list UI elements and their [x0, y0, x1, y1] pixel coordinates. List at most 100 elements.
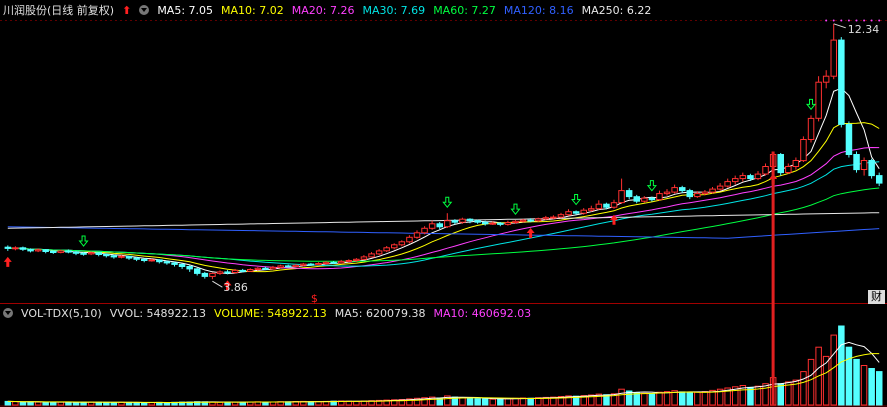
- volume-bar: [4, 400, 12, 406]
- candle-up: [550, 216, 557, 219]
- candle-up: [800, 139, 807, 162]
- volume-bar: [34, 401, 42, 406]
- candle-up: [663, 191, 671, 195]
- price-indicator-3: MA30: 7.69: [362, 4, 426, 17]
- candle-up: [762, 166, 769, 175]
- volume-bar: [466, 397, 474, 406]
- candle-up: [671, 187, 678, 193]
- volume-bar: [633, 392, 640, 406]
- candle-down: [239, 269, 246, 272]
- volume-bar: [19, 401, 27, 406]
- volume-bar: [133, 402, 140, 406]
- signal-dot: [863, 19, 866, 22]
- candle-up: [754, 173, 762, 180]
- candle-up: [322, 261, 330, 264]
- buy-arrow: [3, 256, 12, 267]
- candle-up: [785, 166, 792, 173]
- candle-down: [156, 259, 163, 263]
- candle-down: [141, 258, 148, 261]
- volume-bar: [830, 334, 837, 406]
- candle-down: [876, 175, 883, 184]
- candle-up: [724, 181, 731, 187]
- finance-badge[interactable]: 财: [868, 290, 885, 304]
- volume-bar: [504, 398, 512, 406]
- volume-bar: [527, 397, 534, 406]
- volume-bar: [679, 391, 686, 406]
- candle-down: [65, 250, 72, 253]
- signal-dot: [840, 19, 843, 22]
- signal-dot: [870, 19, 873, 22]
- candle-up: [815, 81, 822, 119]
- candle-down: [103, 254, 110, 257]
- volume-bar: [95, 401, 102, 406]
- candle-up: [368, 253, 375, 258]
- volume-bar: [103, 401, 110, 406]
- volume-bar: [141, 402, 148, 406]
- candle-up: [807, 117, 815, 141]
- volume-bar: [27, 401, 34, 406]
- volume-bar: [65, 401, 72, 406]
- volume-panel-title: VOL-TDX(5,10): [21, 307, 102, 320]
- volume-indicator-1: VOLUME: 548922.13: [214, 307, 327, 320]
- price-indicator-4: MA60: 7.27: [433, 4, 496, 17]
- chart-annotations: 12.34 3.86 $: [212, 19, 881, 405]
- candle-down: [284, 265, 292, 268]
- candle-up: [292, 264, 299, 267]
- candle-up: [277, 265, 284, 268]
- volume-bar: [845, 346, 853, 406]
- volume-bar: [853, 358, 860, 406]
- ma250-line: [7, 212, 880, 229]
- price-indicators: MA5: 7.05 MA10: 7.02 MA20: 7.26 MA30: 7.69 M…: [157, 4, 659, 17]
- candle-down: [72, 251, 80, 254]
- price-panel-header: 川润股份(日线 前复权) ⬆ MA5: 7.05 MA10: 7.02 MA20: 7.…: [3, 3, 667, 19]
- signal-dot: [855, 19, 858, 22]
- candle-down: [481, 221, 489, 225]
- candle-down: [194, 268, 201, 274]
- candle-down: [474, 220, 481, 223]
- candle-down: [868, 160, 875, 177]
- volume-bar: [618, 388, 625, 406]
- dropdown-toggle-icon[interactable]: [139, 5, 150, 15]
- volume-bar: [353, 400, 360, 406]
- moving-average-lines: [7, 87, 880, 275]
- candle-up: [34, 249, 42, 252]
- candle-up: [254, 267, 262, 270]
- candle-up: [338, 260, 345, 264]
- candle-up: [822, 75, 830, 83]
- candle-up: [216, 271, 224, 274]
- volume-bar: [239, 401, 246, 406]
- volume-bar: [701, 391, 709, 406]
- volume-bar: [474, 398, 481, 406]
- candle-down: [853, 154, 860, 171]
- candle-up: [595, 203, 603, 210]
- high-price-label: 12.34: [848, 23, 880, 36]
- candle-up: [231, 269, 239, 273]
- candle-up: [860, 160, 868, 170]
- candle-up: [641, 197, 648, 202]
- volume-indicator-2: MA5: 620079.38: [334, 307, 426, 320]
- signal-dot: [825, 19, 828, 22]
- candle-down: [42, 249, 49, 252]
- candle-down: [686, 190, 693, 198]
- candle-up: [345, 260, 353, 262]
- volume-bar: [481, 398, 489, 406]
- volume-bar: [42, 401, 49, 406]
- candle-down: [133, 257, 140, 260]
- candle-up: [694, 193, 701, 198]
- candle-up: [391, 244, 398, 249]
- candle-down: [27, 248, 34, 252]
- dropdown-toggle-icon[interactable]: [3, 308, 13, 318]
- up-arrow-icon[interactable]: ⬆: [122, 4, 131, 17]
- volume-bar: [459, 397, 466, 406]
- candle-down: [466, 218, 474, 222]
- candle-up: [209, 272, 216, 277]
- candle-up: [459, 218, 466, 223]
- candle-up: [12, 247, 19, 250]
- candle-down: [838, 39, 845, 125]
- candle-up: [247, 269, 254, 272]
- candle-up: [709, 188, 716, 193]
- signal-dot: [878, 19, 881, 22]
- candle-up: [300, 263, 307, 266]
- volume-indicators: VVOL: 548922.13 VOLUME: 548922.13 MA5: 620…: [110, 307, 540, 320]
- candle-up: [701, 191, 709, 195]
